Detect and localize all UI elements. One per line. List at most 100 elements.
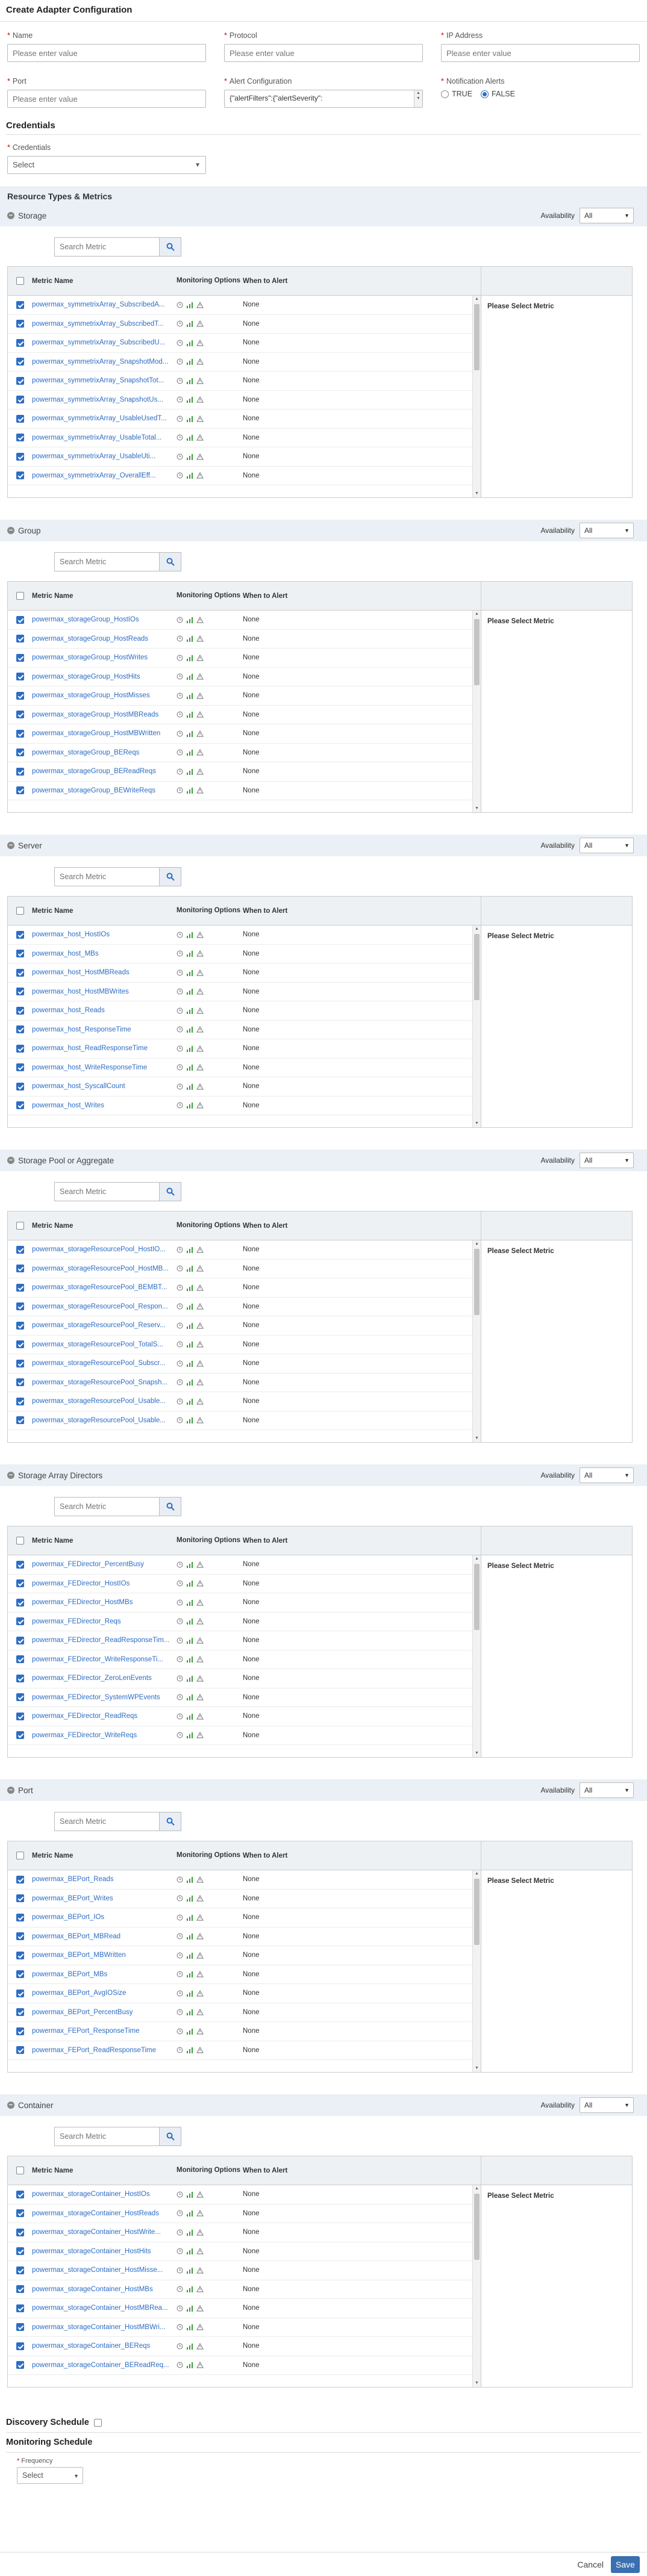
clock-icon[interactable] (177, 358, 183, 365)
clock-icon[interactable] (177, 396, 183, 403)
clock-icon[interactable] (177, 673, 183, 680)
credentials-select[interactable]: Select ▼ (7, 156, 206, 174)
metric-name-link[interactable]: powermax_FEDirector_WriteReqs (32, 1732, 177, 1739)
metric-name-link[interactable]: powermax_storageGroup_BEReadReqs (32, 768, 177, 775)
graph-bars-icon[interactable] (186, 1102, 193, 1109)
clock-icon[interactable] (177, 768, 183, 775)
clock-icon[interactable] (177, 340, 183, 346)
row-checkbox[interactable] (16, 1598, 24, 1607)
clock-icon[interactable] (177, 472, 183, 479)
table-scrollbar[interactable]: ▲ ▼ (472, 926, 481, 1127)
clock-icon[interactable] (177, 1341, 183, 1348)
metric-name-link[interactable]: powermax_storageContainer_HostMBRea... (32, 2304, 177, 2312)
clock-icon[interactable] (177, 1102, 183, 1109)
graph-bars-icon[interactable] (186, 1284, 193, 1291)
clock-icon[interactable] (177, 692, 183, 699)
metric-name-link[interactable]: powermax_storageGroup_HostMisses (32, 692, 177, 699)
metric-name-link[interactable]: powermax_host_HostMBReads (32, 969, 177, 976)
metric-name-link[interactable]: powermax_FEDirector_ReadResponseTim... (32, 1637, 177, 1644)
clock-icon[interactable] (177, 1732, 183, 1738)
graph-bars-icon[interactable] (186, 635, 193, 642)
row-checkbox[interactable] (16, 2008, 24, 2017)
graph-bars-icon[interactable] (186, 2009, 193, 2016)
row-checkbox[interactable] (16, 396, 24, 404)
alert-triangle-icon[interactable] (196, 1599, 204, 1606)
graph-bars-icon[interactable] (186, 1732, 193, 1739)
graph-bars-icon[interactable] (186, 2343, 193, 2350)
resource-toggle[interactable]: − Server (7, 841, 42, 850)
alert-triangle-icon[interactable] (196, 2027, 204, 2035)
alert-triangle-icon[interactable] (196, 1083, 204, 1090)
clock-icon[interactable] (177, 635, 183, 642)
graph-bars-icon[interactable] (186, 453, 193, 460)
notification-true-radio[interactable]: TRUE (441, 90, 472, 98)
graph-bars-icon[interactable] (186, 2229, 193, 2236)
row-checkbox[interactable] (16, 968, 24, 977)
metric-name-link[interactable]: powermax_storageContainer_HostReads (32, 2210, 177, 2217)
alert-triangle-icon[interactable] (196, 2210, 204, 2217)
row-checkbox[interactable] (16, 786, 24, 795)
row-checkbox[interactable] (16, 1044, 24, 1053)
metric-name-link[interactable]: powermax_symmetrixArray_UsableUsedT... (32, 415, 177, 422)
graph-bars-icon[interactable] (186, 711, 193, 718)
clock-icon[interactable] (177, 2009, 183, 2015)
row-checkbox[interactable] (16, 1579, 24, 1588)
collapse-icon[interactable]: − (7, 842, 14, 849)
availability-select[interactable]: All ▼ (580, 523, 634, 538)
graph-bars-icon[interactable] (186, 378, 193, 384)
search-metric-input[interactable] (54, 2127, 160, 2146)
metric-name-link[interactable]: powermax_storageContainer_BEReqs (32, 2342, 177, 2350)
alert-triangle-icon[interactable] (196, 1398, 204, 1405)
metric-name-link[interactable]: powermax_storageGroup_HostIOs (32, 616, 177, 623)
alert-triangle-icon[interactable] (196, 301, 204, 308)
clock-icon[interactable] (177, 1007, 183, 1014)
graph-bars-icon[interactable] (186, 969, 193, 976)
metric-name-link[interactable]: powermax_BEPort_PercentBusy (32, 2009, 177, 2016)
collapse-icon[interactable]: − (7, 2102, 14, 2109)
row-checkbox[interactable] (16, 1636, 24, 1644)
clock-icon[interactable] (177, 969, 183, 976)
alert-triangle-icon[interactable] (196, 1618, 204, 1625)
alert-triangle-icon[interactable] (196, 2248, 204, 2254)
metric-name-link[interactable]: powermax_host_MBs (32, 950, 177, 957)
row-checkbox[interactable] (16, 1082, 24, 1090)
alert-triangle-icon[interactable] (196, 711, 204, 718)
clock-icon[interactable] (177, 1990, 183, 1997)
resource-toggle[interactable]: − Storage Pool or Aggregate (7, 1156, 114, 1165)
graph-bars-icon[interactable] (186, 932, 193, 938)
select-all-checkbox[interactable] (16, 907, 24, 915)
metric-name-link[interactable]: powermax_symmetrixArray_UsableUti... (32, 453, 177, 460)
row-checkbox[interactable] (16, 1989, 24, 1997)
metric-name-link[interactable]: powermax_storageGroup_HostReads (32, 635, 177, 642)
table-scrollbar[interactable]: ▲ ▼ (472, 1870, 481, 2072)
graph-bars-icon[interactable] (186, 1599, 193, 1606)
metric-name-link[interactable]: powermax_host_SyscallCount (32, 1083, 177, 1090)
row-checkbox[interactable] (16, 338, 24, 347)
graph-bars-icon[interactable] (186, 950, 193, 957)
table-scrollbar[interactable]: ▲ ▼ (472, 1555, 481, 1757)
clock-icon[interactable] (177, 2028, 183, 2035)
row-checkbox[interactable] (16, 1655, 24, 1664)
alert-triangle-icon[interactable] (196, 730, 204, 737)
select-all-checkbox[interactable] (16, 1852, 24, 1859)
alert-triangle-icon[interactable] (196, 1914, 204, 1921)
search-button[interactable] (160, 867, 181, 886)
graph-bars-icon[interactable] (186, 396, 193, 403)
alert-triangle-icon[interactable] (196, 1895, 204, 1902)
availability-select[interactable]: All ▼ (580, 208, 634, 223)
clock-icon[interactable] (177, 434, 183, 441)
metric-name-link[interactable]: powermax_storageResourcePool_Reserv... (32, 1322, 177, 1329)
clock-icon[interactable] (177, 711, 183, 718)
graph-bars-icon[interactable] (186, 673, 193, 680)
alert-triangle-icon[interactable] (196, 320, 204, 327)
graph-bars-icon[interactable] (186, 1561, 193, 1568)
table-scrollbar[interactable]: ▲ ▼ (472, 2185, 481, 2387)
collapse-icon[interactable]: − (7, 1157, 14, 1164)
row-checkbox[interactable] (16, 2247, 24, 2256)
row-checkbox[interactable] (16, 1712, 24, 1720)
graph-bars-icon[interactable] (186, 358, 193, 366)
clock-icon[interactable] (177, 749, 183, 756)
clock-icon[interactable] (177, 655, 183, 661)
clock-icon[interactable] (177, 1713, 183, 1720)
metric-name-link[interactable]: powermax_BEPort_AvgIOSize (32, 1990, 177, 1997)
